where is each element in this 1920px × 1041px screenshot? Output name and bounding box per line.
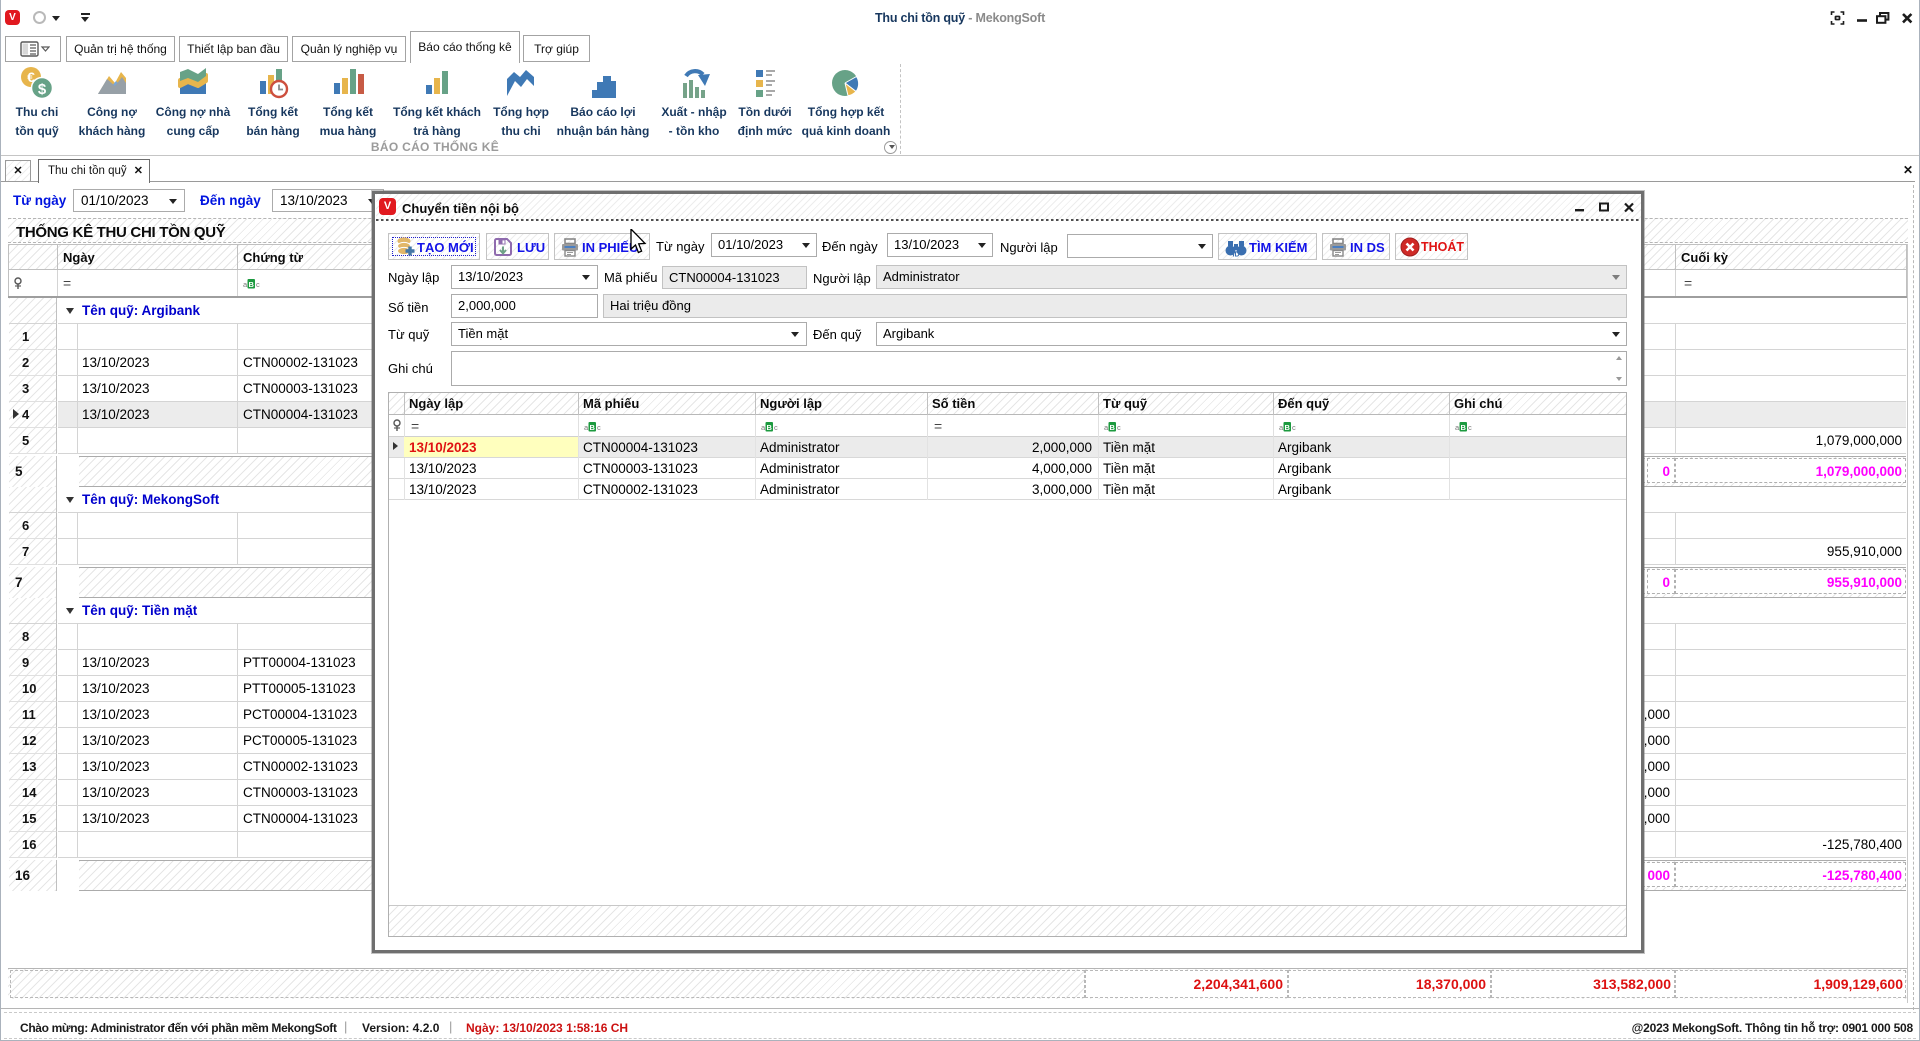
svg-text:c: c	[597, 423, 601, 432]
svg-text:B: B	[248, 280, 254, 289]
svg-text:c: c	[1292, 423, 1296, 432]
svg-text:$: $	[38, 81, 47, 98]
svg-text:c: c	[1117, 423, 1121, 432]
svg-text:B: B	[1284, 423, 1290, 432]
svg-text:c: c	[1468, 423, 1472, 432]
svg-text:c: c	[256, 280, 260, 289]
svg-text:c: c	[774, 423, 778, 432]
svg-text:ID: ID	[1233, 252, 1240, 259]
svg-text:B: B	[766, 423, 772, 432]
svg-text:B: B	[1460, 423, 1466, 432]
svg-text:a: a	[761, 423, 766, 432]
svg-text:a: a	[1104, 423, 1109, 432]
svg-text:a: a	[584, 423, 589, 432]
svg-text:B: B	[1109, 423, 1115, 432]
svg-text:a: a	[1279, 423, 1284, 432]
svg-text:a: a	[1455, 423, 1460, 432]
svg-text:B: B	[589, 423, 595, 432]
svg-text:a: a	[243, 280, 248, 289]
